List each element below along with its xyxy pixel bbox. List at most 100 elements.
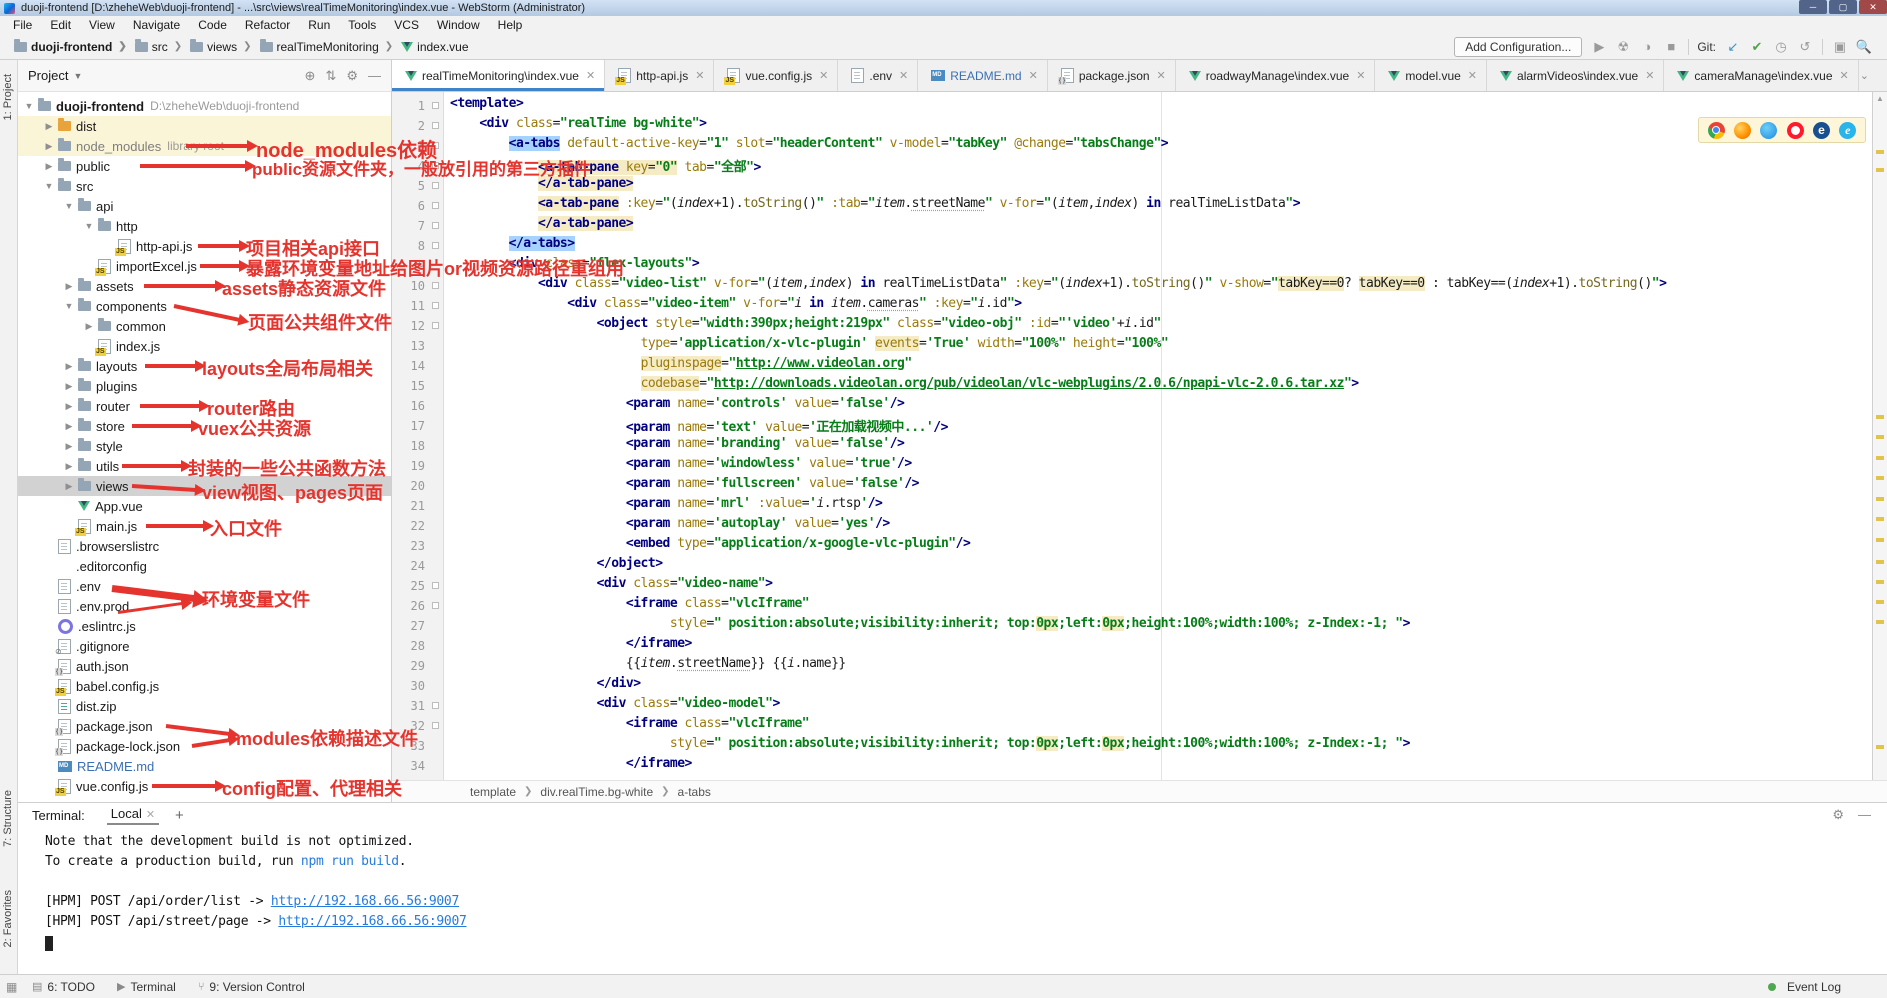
- breadcrumb-item-src[interactable]: src❯: [131, 40, 182, 54]
- chevron-right-icon[interactable]: ▶: [84, 321, 94, 332]
- breadcrumb-item-realtimemonitoring[interactable]: realTimeMonitoring❯: [256, 40, 394, 54]
- fold-marker[interactable]: [432, 162, 439, 169]
- chevron-down-icon[interactable]: ▼: [44, 181, 54, 191]
- tab-list-dropdown-icon[interactable]: ⌄: [1860, 60, 1887, 91]
- locate-icon[interactable]: ⊕: [305, 68, 316, 84]
- new-terminal-button[interactable]: +: [175, 807, 184, 824]
- menu-window[interactable]: Window: [428, 18, 489, 32]
- git-rollback-icon[interactable]: ↺: [1796, 39, 1814, 55]
- fold-marker[interactable]: [432, 142, 439, 149]
- close-icon[interactable]: ✕: [146, 809, 155, 821]
- terminal-hide-icon[interactable]: —: [1858, 807, 1871, 823]
- editor-tab-vue-config-js[interactable]: vue.config.js✕: [714, 60, 838, 91]
- terminal-tab-local[interactable]: Local✕: [107, 806, 159, 825]
- tree-item-importexcel-js[interactable]: importExcel.js: [18, 256, 391, 276]
- chevron-right-icon[interactable]: ▶: [64, 281, 74, 292]
- close-icon[interactable]: ✕: [1029, 69, 1038, 82]
- editor-tab-roadwaymanage-index-vue[interactable]: roadwayManage\index.vue✕: [1176, 60, 1376, 91]
- tree-item-common[interactable]: ▶common: [18, 316, 391, 336]
- menu-help[interactable]: Help: [489, 18, 532, 32]
- stop-icon[interactable]: ■: [1662, 39, 1680, 55]
- editor-tab-cameramanage-index-vue[interactable]: cameraManage\index.vue✕: [1664, 60, 1858, 91]
- fold-marker[interactable]: [432, 722, 439, 729]
- editor-breadcrumb-div-realtime-bg-white[interactable]: div.realTime.bg-white: [540, 785, 653, 799]
- tool-stripe-7-structure[interactable]: 7: Structure: [2, 790, 14, 847]
- editor-breadcrumb-template[interactable]: template: [470, 785, 516, 799]
- error-stripe[interactable]: ▲: [1872, 92, 1887, 780]
- code-editor[interactable]: <template><div class="realTime bg-white"…: [392, 92, 1872, 780]
- tree-item-router[interactable]: ▶router: [18, 396, 391, 416]
- close-icon[interactable]: ✕: [1157, 69, 1166, 82]
- terminal-settings-icon[interactable]: ⚙: [1832, 807, 1844, 823]
- terminal-link[interactable]: http://192.168.66.56:9007: [271, 894, 459, 909]
- project-panel-header[interactable]: Project ▼ ⊕⇅⚙—: [18, 60, 391, 92]
- opera-icon[interactable]: [1787, 122, 1804, 139]
- editor-tab-realtimemonitoring-index-vue[interactable]: realTimeMonitoring\index.vue✕: [392, 60, 605, 91]
- chevron-down-icon[interactable]: ▼: [73, 71, 82, 81]
- menu-refactor[interactable]: Refactor: [236, 18, 299, 32]
- warning-mark[interactable]: [1876, 435, 1884, 439]
- menu-vcs[interactable]: VCS: [385, 18, 428, 32]
- chevron-right-icon[interactable]: ▶: [64, 441, 74, 452]
- editor-tab-package-json[interactable]: package.json✕: [1048, 60, 1176, 91]
- fold-marker[interactable]: [432, 282, 439, 289]
- chevron-right-icon[interactable]: ▶: [64, 401, 74, 412]
- tree-item-gitignore[interactable]: .gitignore: [18, 636, 391, 656]
- tree-item-utils[interactable]: ▶utils: [18, 456, 391, 476]
- chevron-right-icon[interactable]: ▶: [44, 141, 54, 152]
- hide-icon[interactable]: —: [368, 68, 381, 84]
- editor-tab-env[interactable]: .env✕: [838, 60, 918, 91]
- chevron-right-icon[interactable]: ▶: [44, 161, 54, 172]
- tree-item-views[interactable]: ▶views: [18, 476, 391, 496]
- fold-marker[interactable]: [432, 242, 439, 249]
- chevron-right-icon[interactable]: ▶: [64, 361, 74, 372]
- fold-marker[interactable]: [432, 222, 439, 229]
- close-icon[interactable]: ✕: [1840, 69, 1849, 82]
- maximize-button[interactable]: ▢: [1829, 0, 1857, 14]
- editor-tab-model-vue[interactable]: model.vue✕: [1375, 60, 1487, 91]
- fold-marker[interactable]: [432, 602, 439, 609]
- close-icon[interactable]: ✕: [1645, 69, 1654, 82]
- warning-mark[interactable]: [1876, 497, 1884, 501]
- fold-marker[interactable]: [432, 202, 439, 209]
- chevron-right-icon[interactable]: ▶: [64, 461, 74, 472]
- chevron-right-icon[interactable]: ▶: [64, 481, 74, 492]
- git-update-icon[interactable]: ↙: [1724, 39, 1742, 55]
- tree-item-auth-json[interactable]: auth.json: [18, 656, 391, 676]
- tool-stripe-2-favorites[interactable]: 2: Favorites: [2, 890, 14, 947]
- tree-item-env-prod[interactable]: .env.prod: [18, 596, 391, 616]
- breadcrumb-item-views[interactable]: views❯: [186, 40, 251, 54]
- warning-mark[interactable]: [1876, 456, 1884, 460]
- tree-item-store[interactable]: ▶store: [18, 416, 391, 436]
- warning-mark[interactable]: [1876, 600, 1884, 604]
- close-icon[interactable]: ✕: [819, 69, 828, 82]
- fold-marker[interactable]: [432, 322, 439, 329]
- chevron-right-icon[interactable]: ▶: [64, 381, 74, 392]
- add-configuration-button[interactable]: Add Configuration...: [1454, 37, 1582, 57]
- fold-marker[interactable]: [432, 302, 439, 309]
- chevron-down-icon[interactable]: ▼: [24, 101, 34, 111]
- tree-item-eslintrc-js[interactable]: .eslintrc.js: [18, 616, 391, 636]
- tree-item-editorconfig[interactable]: .editorconfig: [18, 556, 391, 576]
- tree-item-index-js[interactable]: index.js: [18, 336, 391, 356]
- chevron-down-icon[interactable]: ▼: [84, 221, 94, 231]
- tree-item-src[interactable]: ▼src: [18, 176, 391, 196]
- settings-icon[interactable]: ⚙: [346, 68, 358, 84]
- warning-mark[interactable]: [1876, 745, 1884, 749]
- tree-item-package-lock-json[interactable]: package-lock.json: [18, 736, 391, 756]
- breadcrumb-item-index-vue[interactable]: index.vue: [397, 40, 468, 54]
- tree-item-node-modules[interactable]: ▶node_moduleslibrary root: [18, 136, 391, 156]
- warning-mark[interactable]: [1876, 415, 1884, 419]
- close-icon[interactable]: ✕: [695, 69, 704, 82]
- warning-mark[interactable]: [1876, 580, 1884, 584]
- statusbar-event-log[interactable]: Event Log: [1768, 980, 1841, 994]
- tree-item-dist[interactable]: ▶dist: [18, 116, 391, 136]
- tree-item-dist-zip[interactable]: dist.zip: [18, 696, 391, 716]
- tree-item-style[interactable]: ▶style: [18, 436, 391, 456]
- safari-icon[interactable]: [1760, 122, 1777, 139]
- warning-mark[interactable]: [1876, 620, 1884, 624]
- tool-window-switcher-icon[interactable]: ▦: [6, 980, 22, 994]
- menu-navigate[interactable]: Navigate: [124, 18, 189, 32]
- tree-item-main-js[interactable]: main.js: [18, 516, 391, 536]
- debug-icon[interactable]: ☢: [1614, 39, 1632, 55]
